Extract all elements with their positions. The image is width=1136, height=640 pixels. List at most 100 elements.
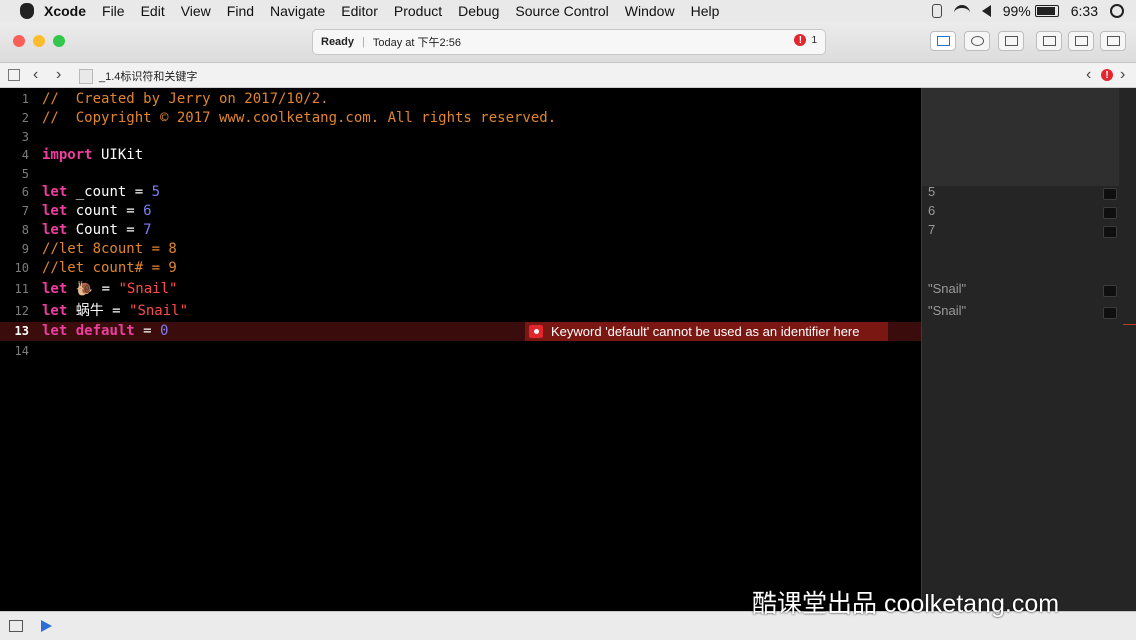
code-text: let 🐌 = "Snail": [42, 280, 177, 299]
code-text: let default = 0: [42, 322, 168, 341]
number-token: 5: [151, 184, 161, 200]
related-items-icon[interactable]: [8, 69, 20, 81]
breadcrumb-filename: _1.4标识符和关键字: [99, 71, 198, 83]
status-divider: |: [362, 36, 365, 48]
menu-editor[interactable]: Editor: [341, 3, 378, 19]
issue-error-icon[interactable]: !: [1101, 69, 1113, 81]
code-line[interactable]: 7 let count = 6: [0, 202, 921, 221]
code-token: 蜗牛 =: [67, 303, 130, 319]
code-text: let Count = 7: [42, 221, 152, 240]
code-line[interactable]: 14: [0, 342, 921, 361]
code-line-current[interactable]: 13 let default = 0 Keyword 'default' canno…: [0, 322, 921, 341]
debug-area-panel-icon: [1075, 36, 1088, 46]
minimize-window-button[interactable]: [33, 35, 45, 47]
menu-edit[interactable]: Edit: [141, 3, 165, 19]
result-value: "Snail": [928, 303, 967, 318]
menu-find[interactable]: Find: [227, 3, 254, 19]
line-number: 4: [21, 148, 29, 162]
code-line[interactable]: 3: [0, 128, 921, 147]
comment-token: //let 8count = 8: [42, 241, 177, 257]
code-line[interactable]: 1 // Created by Jerry on 2017/10/2.: [0, 90, 921, 109]
menu-file[interactable]: File: [102, 3, 125, 19]
code-line[interactable]: 8 let Count = 7: [0, 221, 921, 240]
quick-look-button[interactable]: [1103, 307, 1117, 319]
toggle-utilities-button[interactable]: [1100, 31, 1126, 51]
menu-help[interactable]: Help: [691, 3, 720, 19]
code-line[interactable]: 2 // Copyright © 2017 www.coolketang.com.…: [0, 109, 921, 128]
menu-view[interactable]: View: [181, 3, 211, 19]
breadcrumb[interactable]: _1.4标识符和关键字: [79, 68, 197, 84]
line-number: 3: [21, 130, 29, 144]
quick-look-button[interactable]: [1103, 207, 1117, 219]
source-editor[interactable]: 1 // Created by Jerry on 2017/10/2. 2 // Co…: [0, 88, 921, 611]
zoom-window-button[interactable]: [53, 35, 65, 47]
keyword-token: let: [42, 303, 68, 319]
status-menus: 99% 6:33: [920, 0, 1124, 22]
error-badge-icon[interactable]: [529, 325, 543, 338]
keyword-token: default: [75, 323, 135, 339]
code-text: // Created by Jerry on 2017/10/2.: [42, 90, 329, 109]
code-text: let count = 6: [42, 202, 152, 221]
code-line[interactable]: 4 import UIKit: [0, 146, 921, 165]
result-value: 5: [928, 184, 936, 199]
go-forward-button[interactable]: ›: [56, 66, 61, 84]
bluetooth-icon[interactable]: [931, 4, 942, 18]
menu-app-name[interactable]: Xcode: [44, 3, 86, 19]
clock[interactable]: 6:33: [1071, 3, 1098, 19]
playground-file-icon: [79, 68, 93, 84]
menu-product[interactable]: Product: [394, 3, 442, 19]
previous-issue-button[interactable]: ‹: [1086, 66, 1091, 84]
code-text: let _count = 5: [42, 183, 160, 202]
line-number: 14: [14, 344, 29, 358]
menu-debug[interactable]: Debug: [458, 3, 499, 19]
line-number: 1: [21, 92, 29, 106]
battery-icon[interactable]: [1034, 5, 1059, 17]
error-count-indicator[interactable]: ! 1: [794, 34, 817, 46]
line-number: 8: [21, 223, 29, 237]
volume-icon[interactable]: [981, 5, 991, 17]
number-token: 0: [160, 323, 169, 339]
quick-look-button[interactable]: [1103, 226, 1117, 238]
code-line[interactable]: 10 //let count# = 9: [0, 259, 921, 278]
spotlight-search-icon[interactable]: [1110, 4, 1124, 18]
menu-bar: Xcode File Edit View Find Navigate Edito…: [0, 0, 1136, 22]
inline-error-message[interactable]: Keyword 'default' cannot be used as an i…: [525, 322, 888, 341]
close-window-button[interactable]: [13, 35, 25, 47]
line-number: 13: [14, 324, 29, 338]
code-line[interactable]: 12 let 蜗牛 = "Snail": [0, 302, 921, 321]
quick-look-button[interactable]: [1103, 285, 1117, 297]
code-token: _count =: [67, 184, 152, 200]
code-token: 🐌 =: [67, 281, 119, 297]
line-number: 5: [21, 167, 29, 181]
result-value: 6: [928, 203, 936, 218]
wifi-icon[interactable]: [953, 4, 970, 18]
code-line[interactable]: 9 //let 8count = 8: [0, 240, 921, 259]
version-editor-button[interactable]: [998, 31, 1024, 51]
code-line[interactable]: 6 let _count = 5: [0, 183, 921, 202]
code-line[interactable]: 5: [0, 165, 921, 184]
keyword-token: let: [42, 323, 68, 339]
line-number: 9: [21, 242, 29, 256]
standard-editor-icon: [937, 36, 950, 46]
line-number: 10: [14, 261, 29, 275]
menu-source-control[interactable]: Source Control: [515, 3, 608, 19]
menu-window[interactable]: Window: [625, 3, 675, 19]
standard-editor-button[interactable]: [930, 31, 956, 51]
code-text: //let 8count = 8: [42, 240, 177, 259]
toggle-debug-area-button[interactable]: [1068, 31, 1094, 51]
comment-token: // Copyright © 2017 www.coolketang.com. …: [42, 110, 557, 126]
line-number: 7: [21, 204, 29, 218]
code-token: Count =: [67, 222, 144, 238]
run-playground-icon[interactable]: [41, 620, 52, 632]
toggle-navigator-button[interactable]: [1036, 31, 1062, 51]
go-back-button[interactable]: ‹: [33, 66, 38, 84]
quick-look-button[interactable]: [1103, 188, 1117, 200]
next-issue-button[interactable]: ›: [1120, 66, 1125, 84]
menu-navigate[interactable]: Navigate: [270, 3, 325, 19]
assistant-editor-button[interactable]: [964, 31, 990, 51]
hide-debug-area-icon[interactable]: [9, 620, 23, 632]
build-status: Ready: [321, 36, 355, 48]
code-text: // Copyright © 2017 www.coolketang.com. …: [42, 109, 556, 128]
apple-menu-icon[interactable]: [20, 3, 34, 19]
code-line[interactable]: 11 let 🐌 = "Snail": [0, 280, 921, 299]
